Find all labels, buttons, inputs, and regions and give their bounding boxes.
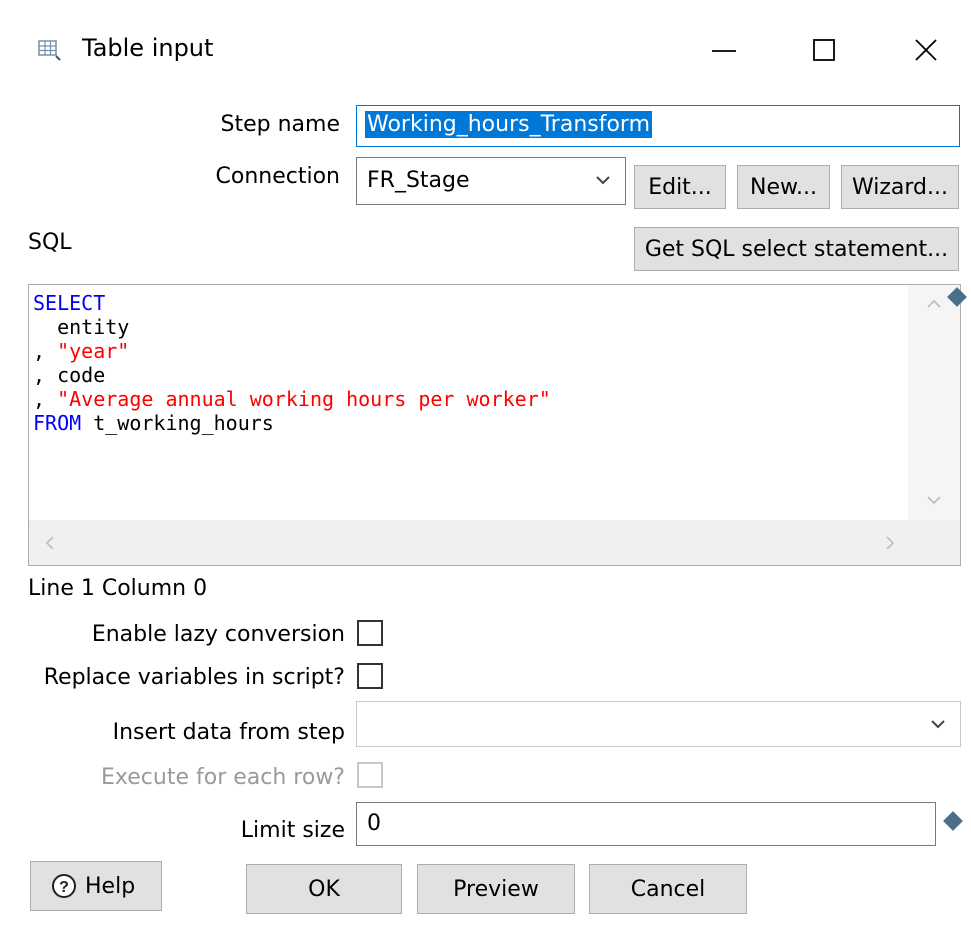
step-name-label: Step name	[220, 112, 340, 137]
minimize-button[interactable]	[694, 20, 754, 80]
maximize-button[interactable]	[794, 20, 854, 80]
chevron-down-icon	[596, 176, 610, 185]
connection-label: Connection	[215, 164, 340, 189]
horizontal-scrollbar[interactable]	[29, 520, 960, 565]
window-title: Table input	[82, 34, 214, 62]
insert-data-from-step-select[interactable]	[356, 701, 961, 747]
help-icon: ?	[52, 874, 76, 898]
close-button[interactable]	[896, 20, 956, 80]
limit-size-variable-icon	[943, 811, 963, 831]
execute-each-row-label: Execute for each row?	[101, 765, 345, 790]
lazy-conversion-checkbox[interactable]	[357, 620, 383, 646]
sql-line-4: , code	[33, 363, 106, 387]
preview-button[interactable]: Preview	[417, 864, 575, 914]
cancel-button[interactable]: Cancel	[589, 864, 747, 914]
step-name-input[interactable]: Working_hours_Transform	[356, 105, 960, 147]
connection-select[interactable]: FR_Stage	[356, 157, 626, 205]
sql-editor[interactable]: SELECT entity , "year" , code , "Average…	[28, 284, 961, 566]
svg-text:?: ?	[59, 879, 69, 896]
limit-size-input[interactable]: 0	[356, 802, 936, 846]
help-label: Help	[85, 873, 136, 899]
maximize-icon	[813, 39, 835, 61]
help-button[interactable]: ? Help	[30, 861, 162, 911]
scroll-up-icon[interactable]	[926, 299, 942, 309]
dollar-diamond-icon	[947, 287, 967, 307]
sql-variable-icon	[947, 287, 967, 307]
limit-size-value: 0	[367, 811, 381, 836]
sql-line-1: SELECT	[33, 291, 106, 315]
lazy-conversion-label: Enable lazy conversion	[91, 622, 345, 647]
table-input-icon	[38, 40, 61, 61]
get-sql-button[interactable]: Get SQL select statement...	[634, 227, 959, 271]
replace-variables-checkbox[interactable]	[357, 663, 383, 689]
title-bar: Table input	[0, 0, 971, 100]
step-name-value: Working_hours_Transform	[365, 111, 653, 138]
dollar-diamond-icon	[943, 811, 963, 831]
sql-line-3: , "year"	[33, 339, 130, 363]
sql-line-2: entity	[33, 315, 130, 339]
new-connection-button[interactable]: New...	[737, 165, 830, 209]
cursor-position-status: Line 1 Column 0	[28, 576, 208, 601]
connection-value: FR_Stage	[367, 168, 470, 193]
sql-code: SELECT entity , "year" , code , "Average…	[33, 291, 893, 435]
sql-line-5: , "Average annual working hours per work…	[33, 387, 551, 411]
edit-connection-button[interactable]: Edit...	[634, 165, 726, 209]
insert-data-from-step-label: Insert data from step	[112, 720, 345, 745]
scroll-left-icon[interactable]	[45, 535, 55, 551]
ok-button[interactable]: OK	[246, 864, 402, 914]
vertical-scrollbar[interactable]	[908, 285, 960, 521]
wizard-button[interactable]: Wizard...	[841, 165, 959, 209]
execute-each-row-checkbox[interactable]	[357, 762, 383, 788]
limit-size-label: Limit size	[240, 818, 345, 843]
scroll-down-icon[interactable]	[926, 495, 942, 505]
replace-variables-label: Replace variables in script?	[43, 665, 345, 690]
sql-label: SQL	[28, 230, 72, 255]
scroll-right-icon[interactable]	[885, 535, 895, 551]
chevron-down-icon	[931, 720, 945, 729]
close-icon	[915, 39, 937, 61]
sql-line-6: FROM t_working_hours	[33, 411, 274, 435]
minimize-icon	[712, 50, 736, 52]
